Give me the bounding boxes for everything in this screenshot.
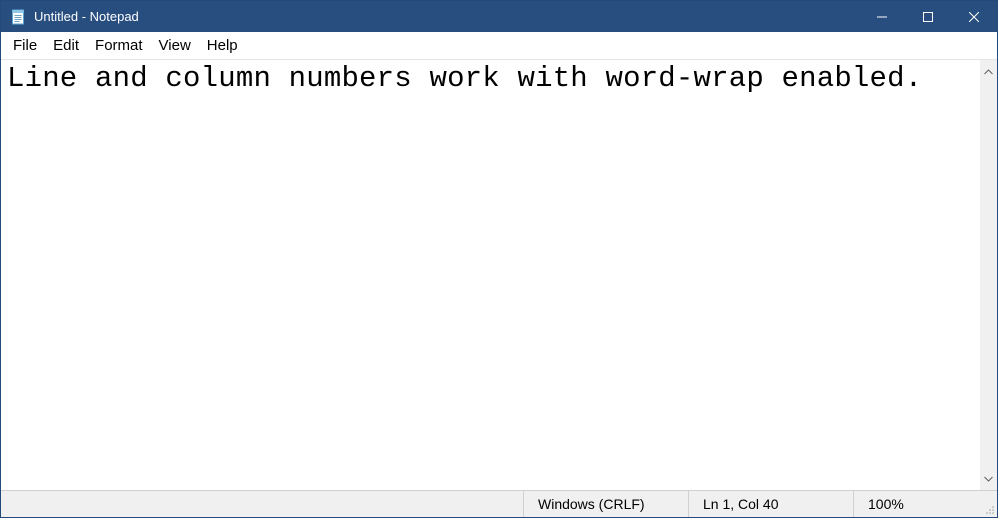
text-editor[interactable]: Line and column numbers work with word-w… [1, 60, 980, 490]
menubar: File Edit Format View Help [1, 32, 997, 60]
notepad-icon [8, 7, 28, 27]
app-window: Untitled - Notepad File Edit Format View… [0, 0, 998, 518]
maximize-button[interactable] [905, 1, 951, 32]
minimize-button[interactable] [859, 1, 905, 32]
scroll-down-icon[interactable] [980, 470, 997, 487]
menu-file[interactable]: File [5, 35, 45, 56]
window-title: Untitled - Notepad [34, 9, 139, 24]
window-controls [859, 1, 997, 32]
vertical-scrollbar[interactable] [980, 60, 997, 490]
scroll-up-icon[interactable] [980, 63, 997, 80]
status-cursor-position: Ln 1, Col 40 [688, 491, 853, 517]
menu-view[interactable]: View [151, 35, 199, 56]
status-line-ending-text: Windows (CRLF) [538, 496, 645, 512]
close-button[interactable] [951, 1, 997, 32]
resize-grip-icon[interactable] [983, 491, 997, 517]
status-blank [1, 491, 523, 517]
menu-help[interactable]: Help [199, 35, 246, 56]
status-cursor-position-text: Ln 1, Col 40 [703, 496, 779, 512]
status-zoom-text: 100% [868, 496, 904, 512]
statusbar: Windows (CRLF) Ln 1, Col 40 100% [1, 490, 997, 517]
menu-edit[interactable]: Edit [45, 35, 87, 56]
editor-area: Line and column numbers work with word-w… [1, 60, 997, 490]
menu-format[interactable]: Format [87, 35, 151, 56]
status-zoom: 100% [853, 491, 983, 517]
status-line-ending: Windows (CRLF) [523, 491, 688, 517]
titlebar[interactable]: Untitled - Notepad [1, 1, 997, 32]
